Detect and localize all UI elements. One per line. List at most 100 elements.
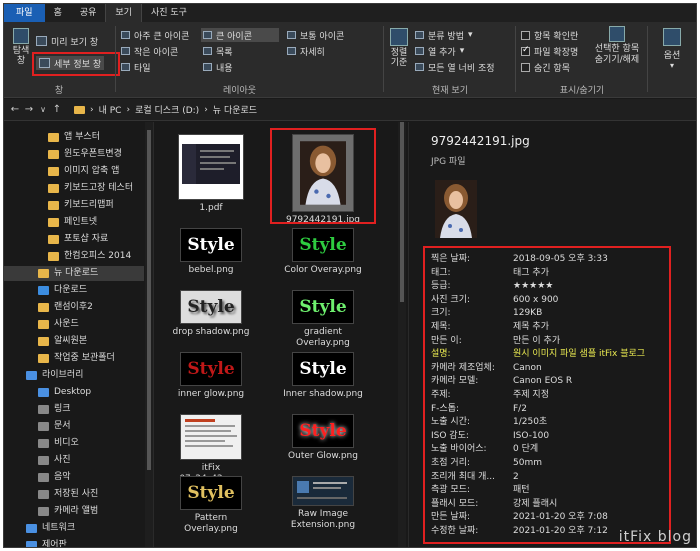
navigation-tree[interactable]: 앱 부스터윈도우폰트변경이미지 압축 앱키보드고장 테스터키보드리맵퍼페인트넷포… xyxy=(4,122,154,547)
file-list[interactable]: 1.pdf 9792442191.jpg Style bebel.png Style Co… xyxy=(155,122,407,547)
tree-item[interactable]: 키보드고장 테스터 xyxy=(48,181,133,196)
tree-item[interactable]: 사운드 xyxy=(38,317,79,332)
add-column-button[interactable]: 열 추가 ▾ xyxy=(415,44,464,58)
tab-file[interactable]: 파일 xyxy=(4,4,45,22)
tree-item[interactable]: 앱 부스터 xyxy=(48,130,100,145)
properties-highlight xyxy=(423,246,671,544)
tree-item[interactable]: 랜섬이후2 xyxy=(38,300,93,315)
thumbnail-text: Style xyxy=(299,359,347,379)
breadcrumb-item[interactable]: 뉴 다운로드 xyxy=(213,103,257,116)
hide-selected-button[interactable]: 선택한 항목 숨기기/해제 xyxy=(589,26,645,66)
tree-item[interactable]: 뉴 다운로드 xyxy=(4,266,144,281)
tree-item[interactable]: 저장된 사진 xyxy=(38,487,98,502)
hide-selected-icon xyxy=(609,26,625,42)
tree-item[interactable]: 링크 xyxy=(38,402,71,417)
file-item[interactable]: Style Pattern Overlay.png xyxy=(161,476,261,535)
back-arrow-icon[interactable]: ← xyxy=(8,104,22,115)
tree-item[interactable]: 작업중 보관폴더 xyxy=(38,351,115,366)
tab-picture-tools[interactable]: 사진 도구 xyxy=(142,4,196,22)
tree-item[interactable]: 라이브러리 xyxy=(26,368,83,383)
hidden-items-toggle[interactable]: 숨긴 항목 xyxy=(521,60,570,74)
thumbnail-text: Style xyxy=(187,235,235,255)
options-button[interactable]: 옵션 ▾ xyxy=(652,28,692,70)
file-item[interactable]: Style Outer Glow.png xyxy=(273,414,373,462)
file-thumbnail xyxy=(178,134,244,200)
tree-item[interactable]: 알씨원본 xyxy=(38,334,87,349)
thumbnail-text: Style xyxy=(299,297,347,317)
preview-pane-button[interactable]: 미리 보기 창 xyxy=(36,34,98,48)
file-item[interactable]: Style Color Overay.png xyxy=(273,228,373,276)
forward-arrow-icon[interactable]: → xyxy=(22,104,36,115)
chevron-down-icon[interactable]: ∨ xyxy=(36,105,50,114)
tree-item[interactable]: 포토샵 자료 xyxy=(48,232,108,247)
tab-share[interactable]: 공유 xyxy=(71,4,106,22)
layout-medium-icons[interactable]: 보통 아이콘 xyxy=(287,28,344,42)
layout-list[interactable]: 목록 xyxy=(203,44,233,58)
current-view-group: 정렬 기준 분류 방법 ▾ 열 추가 ▾ 모든 열 너비 조정 현재 보기 xyxy=(385,22,515,98)
checkbox[interactable] xyxy=(521,30,530,40)
up-arrow-icon[interactable]: ↑ xyxy=(50,104,64,115)
tiles-icon xyxy=(121,63,130,71)
tree-scrollbar-thumb[interactable] xyxy=(147,130,151,470)
file-item[interactable]: Style drop shadow.png xyxy=(161,290,261,338)
layout-large-icons[interactable]: 큰 아이콘 xyxy=(201,28,279,42)
file-extension-toggle[interactable]: 파일 확장명 xyxy=(521,44,578,58)
file-thumbnail: Style xyxy=(180,352,242,386)
layout-extra-large-icons[interactable]: 아주 큰 아이콘 xyxy=(121,28,189,42)
file-item[interactable]: Style gradient Overlay.png xyxy=(273,290,373,349)
tree-item-label: 링크 xyxy=(54,404,71,414)
tree-item[interactable]: 이미지 압축 앱 xyxy=(48,164,119,179)
tree-item-label: 음악 xyxy=(54,472,71,482)
layout-details[interactable]: 자세히 xyxy=(287,44,325,58)
tree-item[interactable]: 제어판 xyxy=(26,538,67,547)
tree-item[interactable]: 페인트넷 xyxy=(48,215,97,230)
layout-small-icons[interactable]: 작은 아이콘 xyxy=(121,44,178,58)
nav-pane-button[interactable]: 탐색 창 xyxy=(10,28,32,66)
breadcrumb[interactable]: › 내 PC › 로컬 디스크 (D:) › 뉴 다운로드 xyxy=(74,103,257,116)
chevron-down-icon: ▾ xyxy=(669,61,674,70)
folder-icon xyxy=(38,269,49,278)
folder-icon xyxy=(38,456,49,465)
file-name: drop shadow.png xyxy=(172,327,250,337)
tree-item[interactable]: Desktop xyxy=(38,385,91,400)
sort-by-button[interactable]: 정렬 기준 xyxy=(387,28,411,68)
options-icon xyxy=(663,28,681,46)
folder-icon xyxy=(26,371,37,380)
tab-home[interactable]: 홈 xyxy=(45,4,71,22)
group-by-button[interactable]: 분류 방법 ▾ xyxy=(415,28,473,42)
checkbox[interactable] xyxy=(521,62,530,72)
tab-view[interactable]: 보기 xyxy=(105,4,142,22)
tree-item[interactable]: 한컴오피스 2014 xyxy=(48,249,131,264)
tree-item-label: 뉴 다운로드 xyxy=(54,268,99,278)
thumbnail-text: Style xyxy=(187,483,235,503)
hidden-items-label: 숨긴 항목 xyxy=(534,63,570,74)
tree-item[interactable]: 다운로드 xyxy=(38,283,87,298)
thumbnail-text: Style xyxy=(299,235,347,255)
layout-content[interactable]: 내용 xyxy=(203,60,233,74)
file-item[interactable]: Style inner glow.png xyxy=(161,352,261,400)
tree-item[interactable]: 문서 xyxy=(38,419,71,434)
checkbox[interactable] xyxy=(521,45,530,56)
group-by-icon xyxy=(415,31,424,39)
breadcrumb-item[interactable]: 로컬 디스크 (D:) xyxy=(135,103,199,116)
tree-item[interactable]: 음악 xyxy=(38,470,71,485)
file-item[interactable]: Style Inner shadow.png xyxy=(273,352,373,400)
show-hide-group: 항목 확인란 파일 확장명 숨긴 항목 선택한 항목 숨기기/해제 표시/숨기기 xyxy=(517,22,647,98)
file-item[interactable]: 1.pdf xyxy=(161,134,261,214)
fit-columns-button[interactable]: 모든 열 너비 조정 xyxy=(415,60,495,74)
tree-item[interactable]: 비디오 xyxy=(38,436,79,451)
file-list-scrollbar-thumb[interactable] xyxy=(400,122,404,302)
file-item[interactable]: Raw Image Extension.png xyxy=(273,476,373,531)
tree-item[interactable]: 윈도우폰트변경 xyxy=(48,147,122,162)
chevron-right-icon: › xyxy=(90,104,94,115)
breadcrumb-item[interactable]: 내 PC xyxy=(99,103,122,116)
layout-tiles[interactable]: 타일 xyxy=(121,60,151,74)
file-item[interactable]: Style bebel.png xyxy=(161,228,261,276)
show-hide-group-label: 표시/숨기기 xyxy=(559,86,605,96)
file-item[interactable]: itFix 07_24_42.png xyxy=(161,414,261,485)
item-checkbox-toggle[interactable]: 항목 확인란 xyxy=(521,28,578,42)
tree-item[interactable]: 키보드리맵퍼 xyxy=(48,198,114,213)
tree-item[interactable]: 네트워크 xyxy=(26,521,75,536)
tree-item[interactable]: 사진 xyxy=(38,453,71,468)
tree-item[interactable]: 카메라 앨범 xyxy=(38,504,98,519)
